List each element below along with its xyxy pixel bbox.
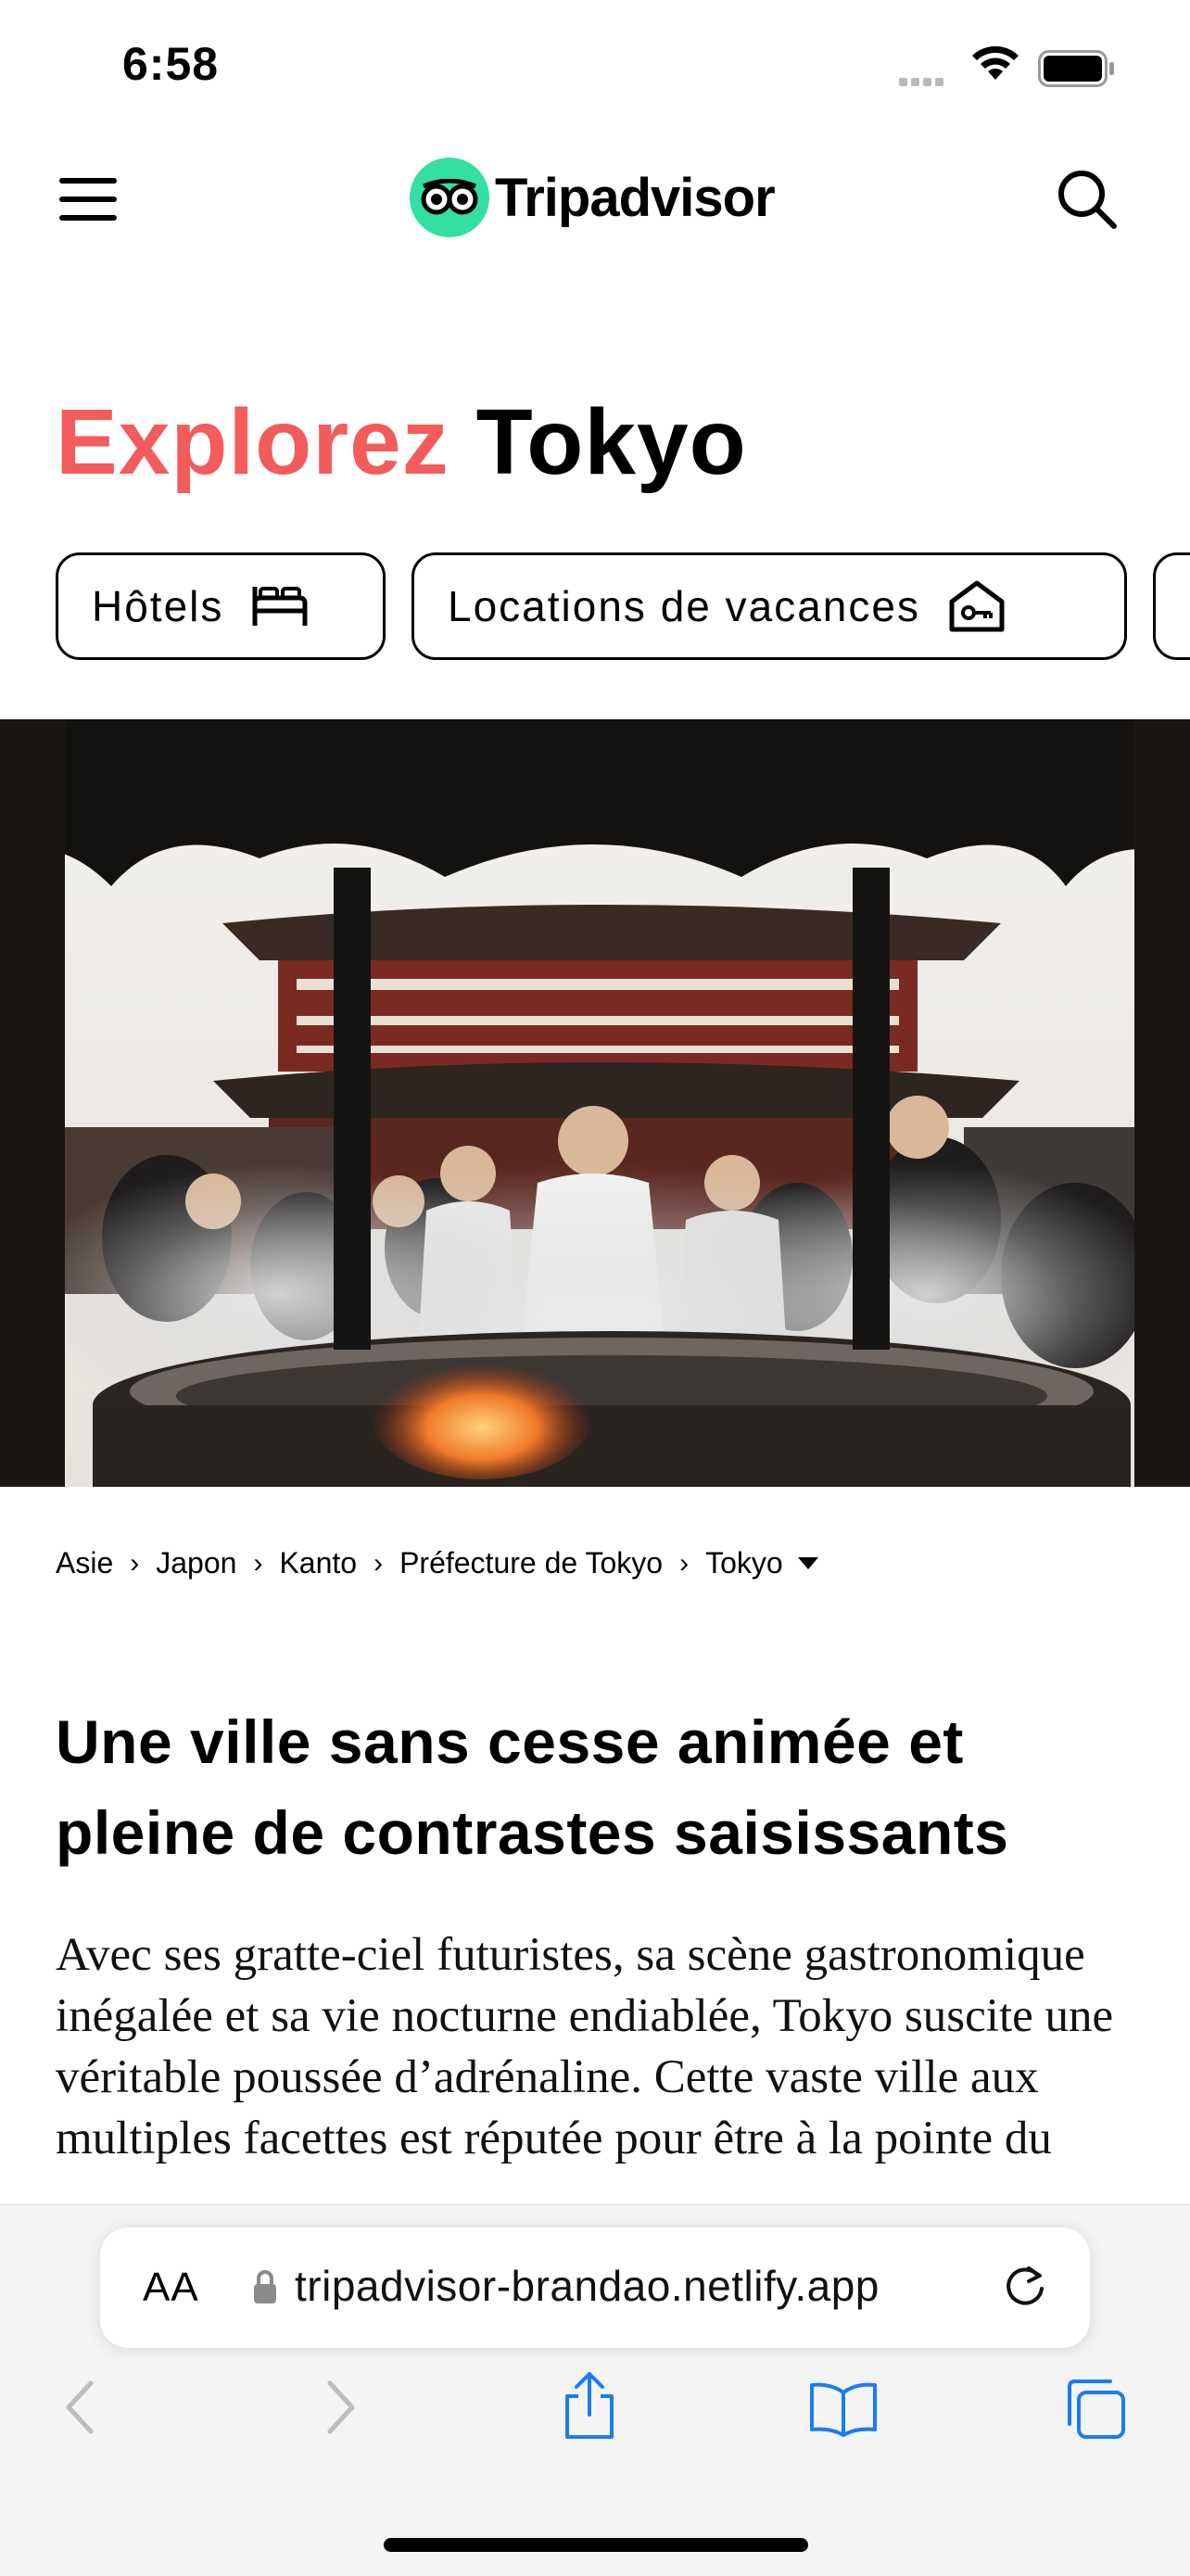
tabs-icon[interactable] [1062,2376,1127,2441]
cellular-signal-icon [899,74,947,91]
house-key-icon [949,580,1005,632]
address-bar[interactable]: AA tripadvisor-brandao.netlify.app [100,2227,1090,2348]
lock-icon [254,2270,276,2303]
search-icon[interactable] [1055,167,1120,232]
breadcrumb-japan[interactable]: Japon [156,1546,236,1580]
caret-down-icon[interactable] [797,1557,818,1569]
home-indicator [384,2538,808,2552]
chip-vacation-rentals[interactable]: Locations de vacances [411,552,1127,660]
forward-icon[interactable] [317,2378,363,2437]
breadcrumb-tokyo[interactable]: Tokyo [705,1546,783,1580]
title-place: Tokyo [475,390,747,494]
reload-icon[interactable] [1001,2263,1049,2311]
chevron-right-icon: › [679,1547,690,1579]
breadcrumb-asia[interactable]: Asie [56,1546,113,1580]
wifi-icon [972,46,1019,80]
breadcrumb-prefecture[interactable]: Préfecture de Tokyo [399,1546,663,1580]
browser-toolbar: AA tripadvisor-brandao.netlify.app [0,2204,1190,2576]
breadcrumb-kanto[interactable]: Kanto [279,1546,357,1580]
back-icon[interactable] [57,2378,104,2437]
article-heading: Une ville sans cesse animée et pleine de… [56,1707,1009,1867]
chevron-right-icon: › [373,1547,384,1579]
bookmarks-icon[interactable] [808,2381,879,2437]
chip-label: Locations de vacances [448,582,920,630]
status-time: 6:58 [122,38,220,90]
hamburger-menu-icon[interactable] [59,176,117,222]
article-body: Avec ses gratte-ciel futuristes, sa scèn… [56,1929,1114,2164]
bed-icon [252,587,308,626]
breadcrumb: Asie › Japon › Kanto › Préfecture de Tok… [56,1546,818,1580]
owl-logo-icon [410,158,489,237]
site-header: Tripadvisor [0,148,1190,250]
share-icon[interactable] [560,2370,619,2441]
chevron-right-icon: › [130,1547,140,1579]
chevron-right-icon: › [253,1547,263,1579]
category-chips: Hôtels Locations de vacances [56,552,1190,667]
title-accent: Explorez [56,390,449,494]
url-text[interactable]: tripadvisor-brandao.netlify.app [295,2261,880,2311]
tripadvisor-logo[interactable]: Tripadvisor [410,158,776,237]
text-size-button[interactable]: AA [143,2265,199,2311]
logo-wordmark: Tripadvisor [495,167,776,228]
chip-more[interactable] [1153,552,1190,660]
page-title: Explorez Tokyo [56,389,747,496]
chip-hotels[interactable]: Hôtels [56,552,386,660]
hero-image [0,719,1190,1487]
battery-icon [1038,50,1114,87]
chip-label: Hôtels [92,582,224,630]
status-bar: 6:58 [0,0,1190,139]
